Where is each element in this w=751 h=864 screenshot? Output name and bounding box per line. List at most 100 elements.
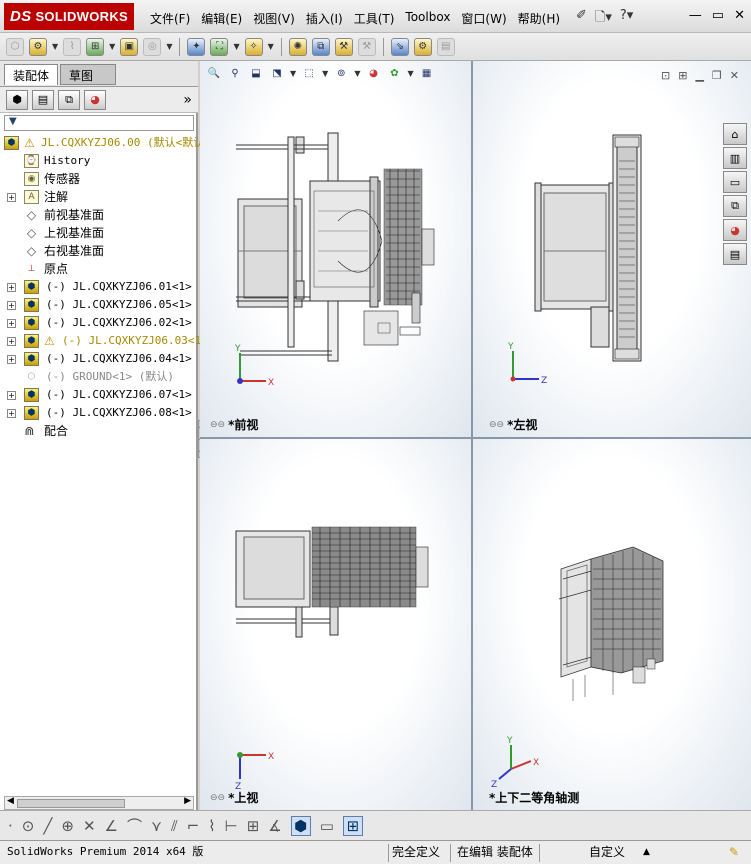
viewport-splitter-vertical[interactable] xyxy=(471,61,473,810)
minimize-button[interactable]: — xyxy=(689,8,702,23)
new-part-icon[interactable]: ⬡ xyxy=(6,37,24,56)
graphics-area[interactable]: X Y 🔍 ⚲ ⬓ ⬔ ▼ ⬚ ▼ ⊚ ▼ ◕ ✿ ▼ ▦ ⊖⊖ *前视 Z Y… xyxy=(200,61,751,810)
menu-toolbox[interactable]: Toolbox xyxy=(405,10,450,27)
solidworks-logo[interactable]: DS SOLIDWORKS xyxy=(4,3,134,30)
tree-item-right-plane[interactable]: ◇ 右视基准面 xyxy=(0,242,198,260)
viewport-top[interactable]: X Z ⊖⊖ *上视 xyxy=(200,439,471,810)
exploded-view-icon[interactable]: ✺ xyxy=(288,37,307,56)
help-icon[interactable]: ?▾ xyxy=(620,8,633,30)
configurationmanager-icon[interactable]: ⧉ xyxy=(58,89,80,110)
smart-component-icon[interactable]: ▣ xyxy=(120,37,139,56)
menu-edit[interactable]: 编辑(E) xyxy=(201,10,242,27)
settings-icon[interactable]: ⚙ xyxy=(413,37,432,56)
point-icon[interactable]: · xyxy=(8,817,13,835)
polygon-icon[interactable]: ⊕ xyxy=(61,817,74,835)
expand-icon[interactable]: + xyxy=(7,409,16,418)
offset-icon[interactable]: ⋎ xyxy=(151,817,162,835)
section-icon[interactable]: ⚒ xyxy=(357,37,376,56)
menu-help[interactable]: 帮助(H) xyxy=(518,10,560,27)
restore-button[interactable]: ▭ xyxy=(712,8,724,23)
tile-icon[interactable]: ⊞ xyxy=(342,815,363,836)
expand-icon[interactable]: + xyxy=(7,283,16,292)
tree-item-component[interactable]: + ⬢ (-) JL.CQXKYZJ06.01<1> (默 xyxy=(0,278,216,296)
design-library-icon[interactable]: ▥ xyxy=(723,147,747,169)
featuremanager-icon[interactable]: ⬢ xyxy=(6,89,28,110)
menu-file[interactable]: 文件(F) xyxy=(150,10,190,27)
expand-icon[interactable]: + xyxy=(7,193,16,202)
viewport-left[interactable]: Z Y ⊡ ⊞ ▁ ❐ ✕ ⊖⊖ *左视 xyxy=(473,61,751,437)
rebuild-icon[interactable]: ✎ xyxy=(726,844,742,862)
display-manager-icon[interactable]: ◕ xyxy=(84,89,106,110)
open-icon[interactable]: ⚙ xyxy=(29,37,47,56)
edit-appearance-icon[interactable]: ◕ xyxy=(365,65,381,81)
view-link-icon[interactable]: ⊖⊖ xyxy=(210,793,225,803)
tree-item-history[interactable]: ⌚ History xyxy=(0,152,198,170)
two-view-icon[interactable]: ⊞ xyxy=(678,69,687,82)
angle-icon[interactable]: ∠ xyxy=(105,817,118,835)
propertymanager-icon[interactable]: ▤ xyxy=(32,89,54,110)
grid-icon[interactable]: ⊞ xyxy=(247,817,260,835)
expand-icon[interactable]: + xyxy=(7,301,16,310)
tab-assembly[interactable]: 装配体 xyxy=(4,64,59,85)
parallel-icon[interactable]: ⫽ xyxy=(171,817,178,835)
trim-icon[interactable]: ✕ xyxy=(83,817,96,835)
menu-window[interactable]: 窗口(W) xyxy=(461,10,506,27)
view-palette-icon[interactable]: ⧉ xyxy=(723,195,747,217)
menu-tools[interactable]: 工具(T) xyxy=(354,10,395,27)
assembly-features-icon[interactable]: ◎ xyxy=(143,37,162,56)
expand-icon[interactable]: + xyxy=(7,337,16,346)
tree-item-front-plane[interactable]: ◇ 前视基准面 xyxy=(0,206,198,224)
tree-item-component[interactable]: + ⬢ (-) JL.CQXKYZJ06.08<1> (默 xyxy=(0,404,216,422)
apply-scene-icon[interactable]: ✿ xyxy=(386,65,402,81)
single-view-icon[interactable]: ⊡ xyxy=(661,69,670,82)
new-document-icon[interactable]: 🗋▾ xyxy=(595,8,612,30)
tree-item-annotations[interactable]: + A 注解 xyxy=(0,188,198,206)
insert-component-icon[interactable]: ✧ xyxy=(244,37,263,56)
file-explorer-icon[interactable]: ▭ xyxy=(723,171,747,193)
tree-item-top-plane[interactable]: ◇ 上视基准面 xyxy=(0,224,198,242)
previous-view-icon[interactable]: ⬓ xyxy=(248,65,264,81)
expand-icon[interactable]: + xyxy=(7,391,16,400)
viewport-isometric[interactable]: X Y Z *上下二等角轴测 xyxy=(473,439,751,810)
tree-item-mates[interactable]: ⋒ 配合 xyxy=(0,422,198,440)
appearances-icon[interactable]: ◕ xyxy=(723,219,747,241)
tree-item-origin[interactable]: ⊥ 原点 xyxy=(0,260,198,278)
options-icon[interactable]: ⇘ xyxy=(390,37,409,56)
line-icon[interactable]: ╱ xyxy=(43,817,52,835)
section-view-icon[interactable]: ⬔ xyxy=(269,65,285,81)
circle-icon[interactable]: ⊙ xyxy=(22,817,35,835)
expand-tabs-icon[interactable]: » xyxy=(183,92,192,108)
spline-icon[interactable]: ⌇ xyxy=(208,817,215,835)
close-icon[interactable]: ✕ xyxy=(730,69,739,82)
viewport-front[interactable]: X Y 🔍 ⚲ ⬓ ⬔ ▼ ⬚ ▼ ⊚ ▼ ◕ ✿ ▼ ▦ ⊖⊖ *前视 xyxy=(200,61,471,437)
tree-root[interactable]: ⬢ ⚠ JL.CQXKYZJ06.00 (默认<默认 xyxy=(0,134,204,152)
scroll-thumb[interactable] xyxy=(17,799,125,808)
tree-item-ground[interactable]: ⬡ (-) GROUND<1> (默认) xyxy=(0,368,198,386)
display-style-icon[interactable]: ⊚ xyxy=(333,65,349,81)
angle-relation-icon[interactable]: ∡ xyxy=(268,817,281,835)
arc-icon[interactable]: ⌒ xyxy=(127,815,142,836)
scroll-left-icon[interactable]: ◀ xyxy=(7,796,14,806)
expand-icon[interactable]: + xyxy=(7,355,16,364)
scroll-right-icon[interactable]: ▶ xyxy=(184,796,191,806)
view-icon[interactable]: ▭ xyxy=(320,817,334,835)
zoom-area-icon[interactable]: ⚲ xyxy=(227,65,243,81)
properties-icon[interactable]: ▤ xyxy=(436,37,455,56)
menu-insert[interactable]: 插入(I) xyxy=(306,10,343,27)
view-link-icon[interactable]: ⊖⊖ xyxy=(210,420,225,430)
close-button[interactable]: ✕ xyxy=(734,8,745,23)
view-link-icon[interactable]: ⊖⊖ xyxy=(489,420,504,430)
minimize-icon[interactable]: ▁ xyxy=(695,69,703,82)
tab-sketch[interactable]: 草图 xyxy=(60,64,116,85)
tree-item-sensors[interactable]: ◉ 传感器 xyxy=(0,170,198,188)
filter-icon[interactable]: ▼▼ xyxy=(4,115,194,131)
viewport-splitter-horizontal[interactable] xyxy=(200,437,751,439)
view-orientation-icon[interactable]: ⬚ xyxy=(301,65,317,81)
tree-item-component[interactable]: + ⬢ (-) JL.CQXKYZJ06.04<1> (默 xyxy=(0,350,216,368)
custom-properties-icon[interactable]: ▤ xyxy=(723,243,747,265)
tree-item-component[interactable]: + ⬢ (-) JL.CQXKYZJ06.02<1> (默 xyxy=(0,314,216,332)
restore-icon[interactable]: ❐ xyxy=(712,69,722,82)
tree-item-component[interactable]: + ⬢ (-) JL.CQXKYZJ06.05<1> (默 xyxy=(0,296,216,314)
horizontal-scrollbar[interactable]: ◀ ▶ xyxy=(4,796,194,810)
home-icon[interactable]: ⌂ xyxy=(723,123,747,145)
